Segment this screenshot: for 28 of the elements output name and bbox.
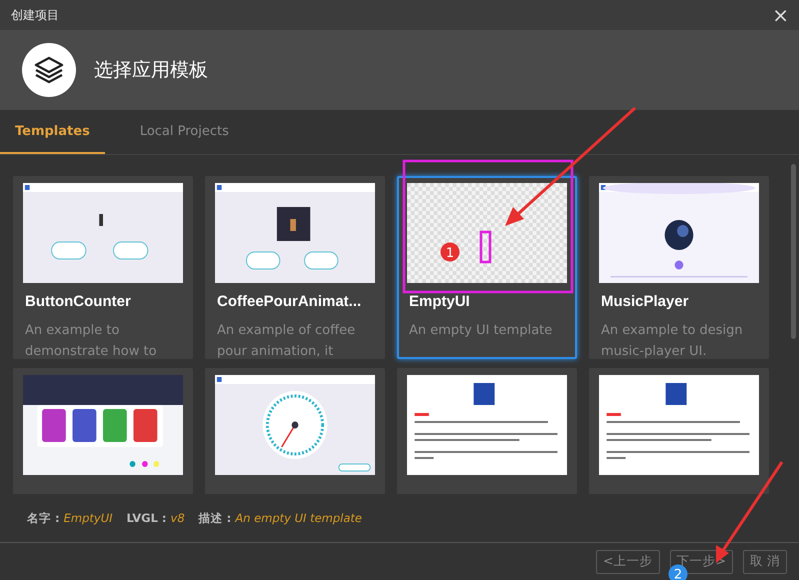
template-description: An example of coffee pour animation, it [217,322,356,361]
template-name: ButtonCounter [25,293,131,310]
info-label: 名字 : [27,510,60,526]
template-description: An example to design music-player UI. [601,322,744,361]
template-name: MusicPlayer [601,293,689,310]
template-name: CoffeePourAnimat... [217,293,362,310]
template-card[interactable]: MusicPlayer An example to design music-player UI. [589,176,769,359]
scrollbar[interactable] [791,164,796,339]
wizard-button[interactable]: 取 消 [743,550,787,574]
template-card[interactable]: ButtonCounter An example to demonstrate how to [13,176,193,359]
info-value: v8 [170,511,185,525]
info-value: EmptyUI [64,511,113,525]
tab[interactable]: Templates [0,110,105,154]
close-button[interactable]: × [768,5,793,25]
info-value: An empty UI template [235,511,362,525]
template-description: An empty UI template [409,322,554,340]
info-label: LVGL : [126,511,167,525]
wizard-button[interactable]: <上一步 [596,550,660,574]
logo-icon [22,43,76,97]
template-description: An example to demonstrate how to [25,322,158,361]
template-name: EmptyUI [409,293,470,310]
window-title: 创建项目 [11,6,59,24]
header-title: 选择应用模板 [94,58,208,83]
info-label: 描述 : [198,510,232,526]
number-badge: 2 [668,564,688,580]
tab[interactable]: Local Projects [124,110,244,154]
number-badge: 1 [440,242,460,262]
template-card[interactable]: CoffeePourAnimat... An example of coffee pour animation, it [205,176,385,359]
